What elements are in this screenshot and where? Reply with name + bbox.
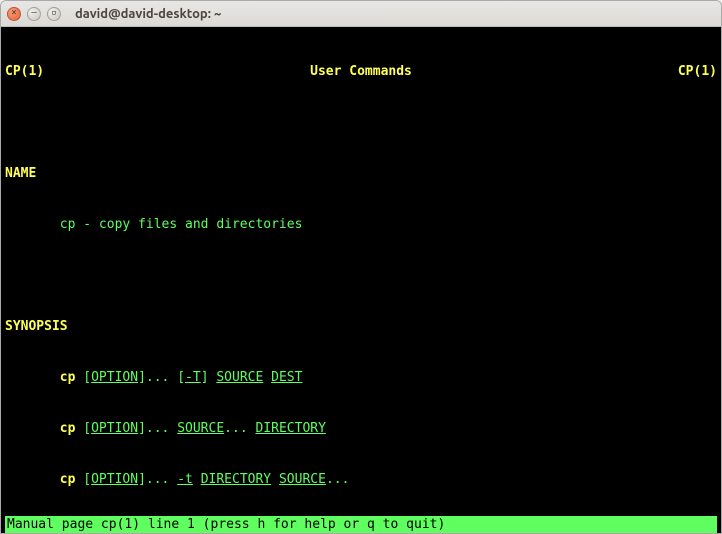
man-page: CP(1) User Commands CP(1) NAME cp - copy… xyxy=(5,29,717,516)
titlebar[interactable]: × – ▫ david@david-desktop: ~ xyxy=(1,1,721,27)
synopsis-line-3: cp [OPTION]... -t DIRECTORY SOURCE... xyxy=(5,471,717,488)
window-title: david@david-desktop: ~ xyxy=(75,7,221,21)
section-synopsis-heading: SYNOPSIS xyxy=(5,318,717,335)
man-header: CP(1) User Commands CP(1) xyxy=(5,63,717,80)
man-header-center: User Commands xyxy=(44,63,678,80)
man-header-left: CP(1) xyxy=(5,63,44,80)
minimize-icon[interactable]: – xyxy=(27,7,41,21)
section-name-heading: NAME xyxy=(5,165,717,182)
terminal[interactable]: CP(1) User Commands CP(1) NAME cp - copy… xyxy=(1,27,721,533)
terminal-window: × – ▫ david@david-desktop: ~ CP(1) User … xyxy=(0,0,722,534)
close-icon[interactable]: × xyxy=(7,7,21,21)
maximize-icon[interactable]: ▫ xyxy=(47,7,61,21)
synopsis-line-2: cp [OPTION]... SOURCE... DIRECTORY xyxy=(5,420,717,437)
man-status-line[interactable]: Manual page cp(1) line 1 (press h for he… xyxy=(5,516,717,533)
synopsis-line-1: cp [OPTION]... [-T] SOURCE DEST xyxy=(5,369,717,386)
section-name-text: cp - copy files and directories xyxy=(5,216,717,233)
man-header-right: CP(1) xyxy=(678,63,717,80)
